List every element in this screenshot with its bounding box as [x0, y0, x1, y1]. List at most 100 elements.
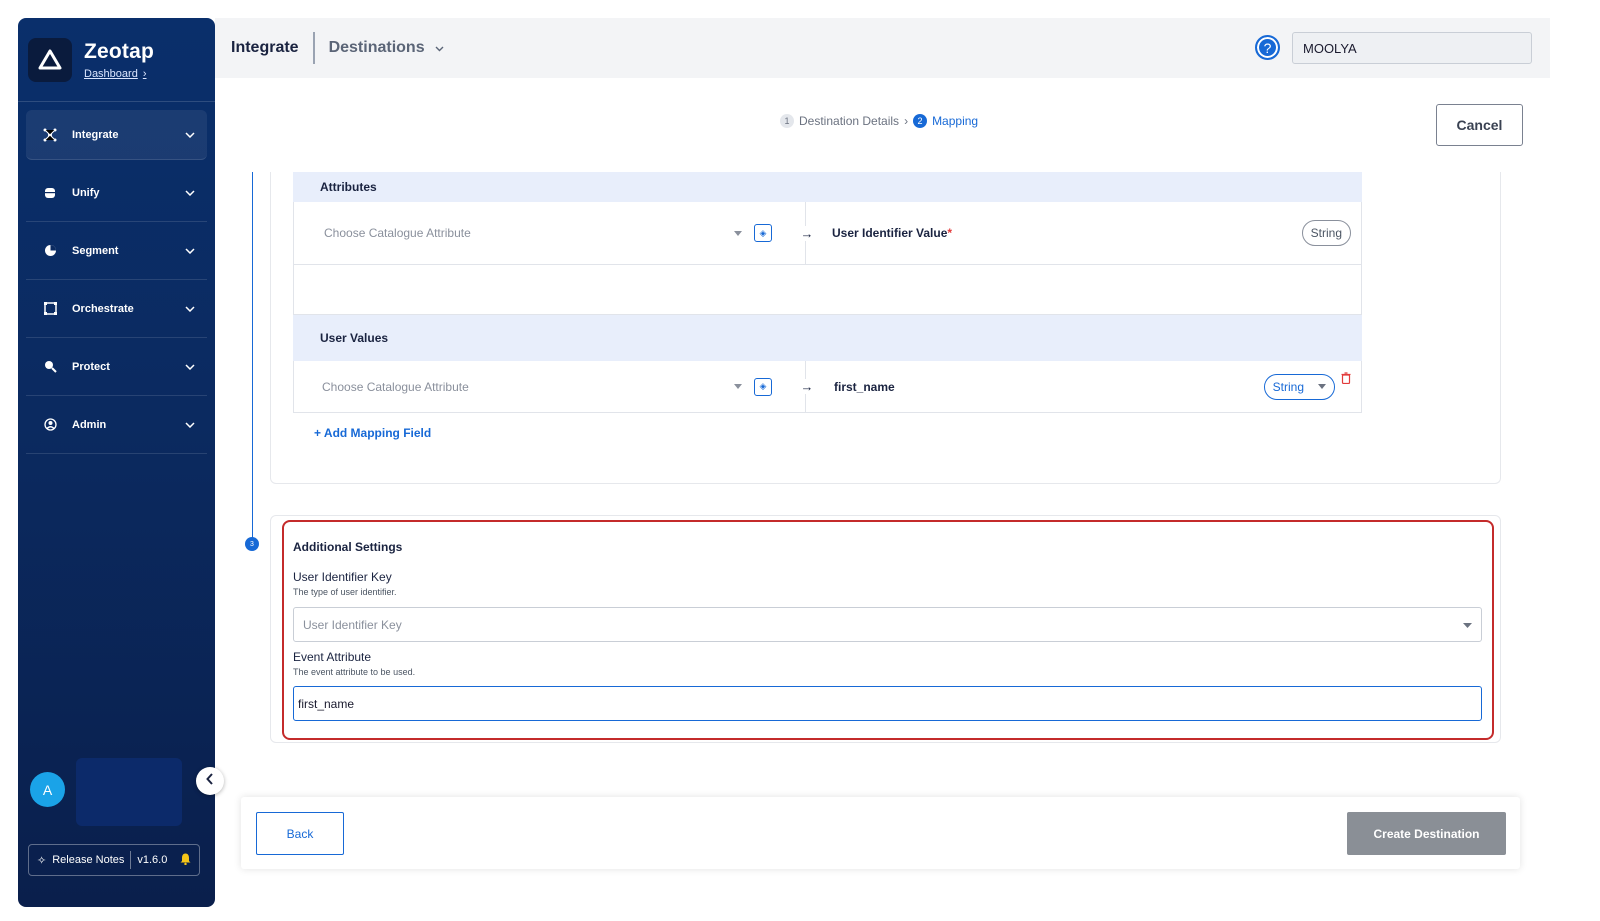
- dashboard-link[interactable]: Dashboard ›: [84, 68, 154, 80]
- sidebar-item-protect[interactable]: Protect: [26, 338, 207, 396]
- chevron-down-icon: [1463, 618, 1472, 632]
- type-badge: String: [1301, 220, 1351, 246]
- mapping-table: Attributes Choose Catalogue Attribute ◈ …: [293, 172, 1362, 413]
- sidebar-item-admin[interactable]: Admin: [26, 396, 207, 454]
- required-marker: *: [947, 226, 953, 240]
- chevron-down-icon: [435, 39, 444, 57]
- brand-name: Zeotap: [84, 39, 155, 63]
- sparkle-icon: ✧: [37, 854, 47, 867]
- target-field: User Identifier Value*: [832, 226, 1302, 240]
- page-title: Integrate: [231, 39, 299, 56]
- mapping-target: User Identifier Value* String: [806, 202, 1361, 264]
- chevron-down-icon: [185, 187, 195, 199]
- sidebar-item-label: Admin: [72, 418, 107, 431]
- chevron-down-icon: [185, 245, 195, 257]
- attribute-picker-icon[interactable]: ◈: [754, 377, 772, 396]
- cancel-button[interactable]: Cancel: [1436, 104, 1523, 146]
- step-separator: ›: [904, 114, 909, 128]
- avatar[interactable]: A: [30, 772, 65, 807]
- step-destination-details[interactable]: Destination Details: [799, 114, 899, 128]
- divider: [130, 851, 132, 869]
- target-field-label: first_name: [834, 379, 895, 394]
- trash-icon[interactable]: [1341, 372, 1351, 387]
- release-notes-label: Release Notes: [52, 854, 125, 866]
- collapse-sidebar-button[interactable]: [196, 767, 224, 795]
- admin-icon: [42, 417, 58, 433]
- mapping-row: Choose Catalogue Attribute ◈ → User Iden…: [293, 202, 1362, 265]
- destinations-label: Destinations: [328, 39, 425, 56]
- user-card[interactable]: [76, 758, 182, 826]
- bell-icon[interactable]: [180, 853, 191, 868]
- chevron-down-icon: [185, 303, 195, 315]
- chevron-down-icon: [185, 419, 195, 431]
- help-icon[interactable]: ?: [1255, 35, 1280, 60]
- sidebar-item-label: Integrate: [72, 128, 119, 141]
- chevron-down-icon: [185, 129, 195, 141]
- stepper: 1 Destination Details › 2 Mapping: [780, 114, 978, 128]
- footer-actions: Back Create Destination: [241, 797, 1520, 869]
- type-select-value: String: [1272, 379, 1304, 394]
- mapping-row: Choose Catalogue Attribute ◈ → first_nam…: [293, 361, 1362, 413]
- arrow-right-icon: →: [797, 225, 817, 241]
- mapping-card: Attributes Choose Catalogue Attribute ◈ …: [270, 172, 1501, 484]
- zeotap-logo-icon[interactable]: [28, 37, 72, 82]
- create-destination-button[interactable]: Create Destination: [1347, 812, 1506, 855]
- dashboard-link-label: Dashboard: [84, 67, 138, 80]
- protect-icon: [42, 359, 58, 375]
- catalogue-attribute-select[interactable]: Choose Catalogue Attribute ◈ →: [294, 361, 817, 412]
- chevron-right-icon: ›: [142, 67, 147, 80]
- dropdown-caret-icon: [734, 384, 742, 389]
- catalogue-attribute-select[interactable]: Choose Catalogue Attribute ◈ →: [294, 202, 817, 264]
- user-identifier-key-placeholder: User Identifier Key: [303, 617, 402, 632]
- user-identifier-key-hint: The type of user identifier.: [293, 587, 397, 597]
- target-field-label: User Identifier Value: [832, 226, 948, 240]
- chevron-left-icon: [206, 772, 214, 790]
- sidebar-item-label: Segment: [72, 244, 119, 257]
- type-select[interactable]: String: [1263, 373, 1335, 400]
- catalogue-attribute-placeholder: Choose Catalogue Attribute: [324, 226, 471, 240]
- sidebar-item-segment[interactable]: Segment: [26, 222, 207, 280]
- chevron-down-icon: [185, 361, 195, 373]
- sidebar-item-label: Orchestrate: [72, 302, 134, 315]
- destinations-dropdown[interactable]: Destinations: [329, 39, 444, 57]
- attribute-picker-icon[interactable]: ◈: [754, 224, 772, 242]
- dropdown-caret-icon: [734, 230, 742, 236]
- add-mapping-field-button[interactable]: + Add Mapping Field: [314, 426, 431, 440]
- timeline-line: [252, 172, 253, 544]
- step-number: 1: [780, 114, 794, 128]
- top-header: Integrate Destinations ? MOOLYA: [215, 18, 1550, 78]
- orchestrate-icon: [42, 301, 58, 317]
- back-button[interactable]: Back: [256, 812, 344, 855]
- user-identifier-key-label: User Identifier Key: [293, 570, 392, 584]
- sidebar-nav: Integrate Unify Segment Orchestrate Prot…: [18, 102, 215, 454]
- catalogue-attribute-placeholder: Choose Catalogue Attribute: [322, 379, 469, 394]
- integrate-icon: [42, 127, 58, 143]
- sidebar-item-unify[interactable]: Unify: [26, 164, 207, 222]
- event-attribute-hint: The event attribute to be used.: [293, 667, 416, 677]
- step-number: 2: [913, 114, 928, 128]
- sidebar-item-label: Unify: [72, 186, 100, 199]
- org-selector[interactable]: MOOLYA: [1292, 32, 1532, 64]
- segment-icon: [42, 243, 58, 259]
- release-notes-button[interactable]: ✧ Release Notes v1.6.0: [28, 844, 200, 876]
- sidebar: Zeotap Dashboard › Integrate Unify Segme…: [18, 18, 215, 907]
- step-mapping[interactable]: Mapping: [932, 114, 978, 128]
- sidebar-item-integrate[interactable]: Integrate: [26, 110, 207, 160]
- brand: Zeotap Dashboard ›: [18, 18, 215, 102]
- user-identifier-key-select[interactable]: User Identifier Key: [293, 607, 1482, 642]
- sidebar-item-orchestrate[interactable]: Orchestrate: [26, 280, 207, 338]
- database-icon: [42, 185, 58, 201]
- user-values-section-header: User Values: [293, 315, 1362, 361]
- section-title: Additional Settings: [293, 540, 403, 554]
- event-attribute-label: Event Attribute: [293, 650, 372, 664]
- version-label: v1.6.0: [137, 854, 168, 866]
- chevron-down-icon: [1318, 384, 1326, 389]
- attributes-section-header: Attributes: [293, 172, 1362, 202]
- mapping-target: first_name String: [806, 361, 1361, 412]
- divider: [312, 32, 315, 64]
- empty-row: [293, 265, 1362, 315]
- event-attribute-input[interactable]: [293, 686, 1482, 721]
- step-indicator: 3: [245, 537, 259, 551]
- sidebar-item-label: Protect: [72, 360, 110, 373]
- arrow-right-icon: →: [797, 379, 817, 394]
